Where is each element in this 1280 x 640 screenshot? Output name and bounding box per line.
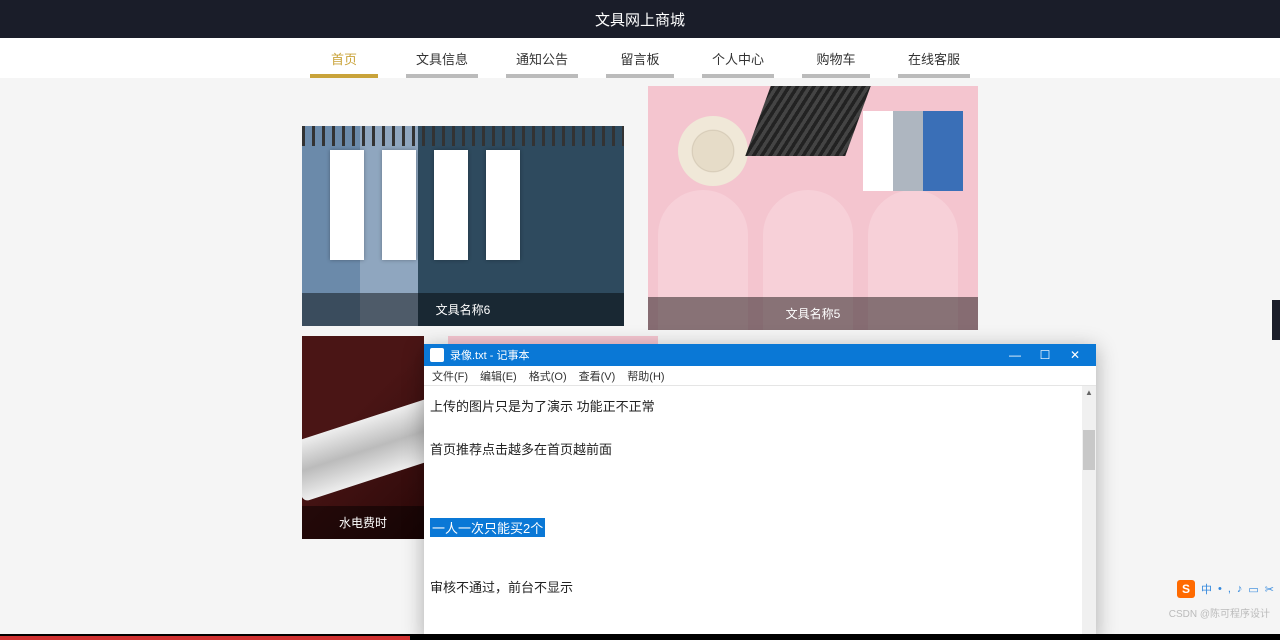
ime-punct-icon[interactable]: • xyxy=(1218,583,1222,595)
minimize-button[interactable]: — xyxy=(1000,348,1030,362)
menu-help[interactable]: 帮助(H) xyxy=(627,368,664,384)
text-line: 上传的图片只是为了演示 功能正不正常 xyxy=(430,396,1090,415)
scroll-thumb[interactable] xyxy=(1083,430,1095,470)
video-progress[interactable] xyxy=(0,636,410,640)
menu-file[interactable]: 文件(F) xyxy=(432,368,468,384)
scroll-up-icon[interactable]: ▲ xyxy=(1084,388,1094,398)
nav-home[interactable]: 首页 xyxy=(310,41,378,78)
text-line: 首页推荐点击越多在首页越前面 xyxy=(430,439,1090,458)
menu-format[interactable]: 格式(O) xyxy=(529,368,567,384)
nav-personal-center[interactable]: 个人中心 xyxy=(702,41,774,78)
ime-tool-icon[interactable]: ✂ xyxy=(1265,583,1274,596)
product-card-5[interactable]: 文具名称5 xyxy=(648,86,978,330)
ime-audio-icon[interactable]: ♪ xyxy=(1237,583,1243,595)
notepad-text-area[interactable]: 上传的图片只是为了演示 功能正不正常 首页推荐点击越多在首页越前面 一人一次只能… xyxy=(424,386,1096,640)
menu-edit[interactable]: 编辑(E) xyxy=(480,368,517,384)
product-caption: 文具名称5 xyxy=(648,297,978,330)
nav-customer-service[interactable]: 在线客服 xyxy=(898,41,970,78)
notepad-titlebar[interactable]: 录像.txt - 记事本 — ☐ ✕ xyxy=(424,344,1096,366)
menu-view[interactable]: 查看(V) xyxy=(579,368,616,384)
side-indicator xyxy=(1272,300,1280,340)
csdn-watermark: CSDN @陈可程序设计 xyxy=(1169,605,1270,620)
maximize-button[interactable]: ☐ xyxy=(1030,348,1060,362)
scrollbar-vertical[interactable]: ▲ xyxy=(1082,386,1096,640)
product-caption: 文具名称6 xyxy=(302,293,624,326)
ime-comma-icon[interactable]: , xyxy=(1228,583,1231,595)
selected-text: 一人一次只能买2个 xyxy=(430,518,545,537)
nav-announcements[interactable]: 通知公告 xyxy=(506,41,578,78)
main-nav: 首页 文具信息 通知公告 留言板 个人中心 购物车 在线客服 xyxy=(0,38,1280,78)
notepad-menubar: 文件(F) 编辑(E) 格式(O) 查看(V) 帮助(H) xyxy=(424,366,1096,386)
ime-toolbar: S 中 • , ♪ ▭ ✂ xyxy=(1171,578,1280,600)
close-button[interactable]: ✕ xyxy=(1060,348,1090,362)
ime-keyboard-icon[interactable]: ▭ xyxy=(1248,583,1258,596)
product-grid: 文具名称6 文具名称5 xyxy=(0,78,1280,330)
product-caption: 水电费时 xyxy=(302,506,424,539)
nav-cart[interactable]: 购物车 xyxy=(802,41,870,78)
text-line: 审核不通过，前台不显示 xyxy=(430,577,1090,596)
site-title: 文具网上商城 xyxy=(595,9,685,30)
notepad-app-icon xyxy=(430,348,444,362)
sogou-ime-icon[interactable]: S xyxy=(1177,580,1195,598)
notepad-window: 录像.txt - 记事本 — ☐ ✕ 文件(F) 编辑(E) 格式(O) 查看(… xyxy=(424,344,1096,640)
text-line-selected: 一人一次只能买2个 xyxy=(430,518,1090,537)
nav-stationery-info[interactable]: 文具信息 xyxy=(406,41,478,78)
nav-message-board[interactable]: 留言板 xyxy=(606,41,674,78)
ime-lang-toggle[interactable]: 中 xyxy=(1201,581,1212,597)
top-header: 文具网上商城 xyxy=(0,0,1280,38)
notepad-title-text: 录像.txt - 记事本 xyxy=(450,347,1000,363)
product-card-3[interactable]: 水电费时 xyxy=(302,336,424,539)
product-card-6[interactable]: 文具名称6 xyxy=(302,126,624,326)
